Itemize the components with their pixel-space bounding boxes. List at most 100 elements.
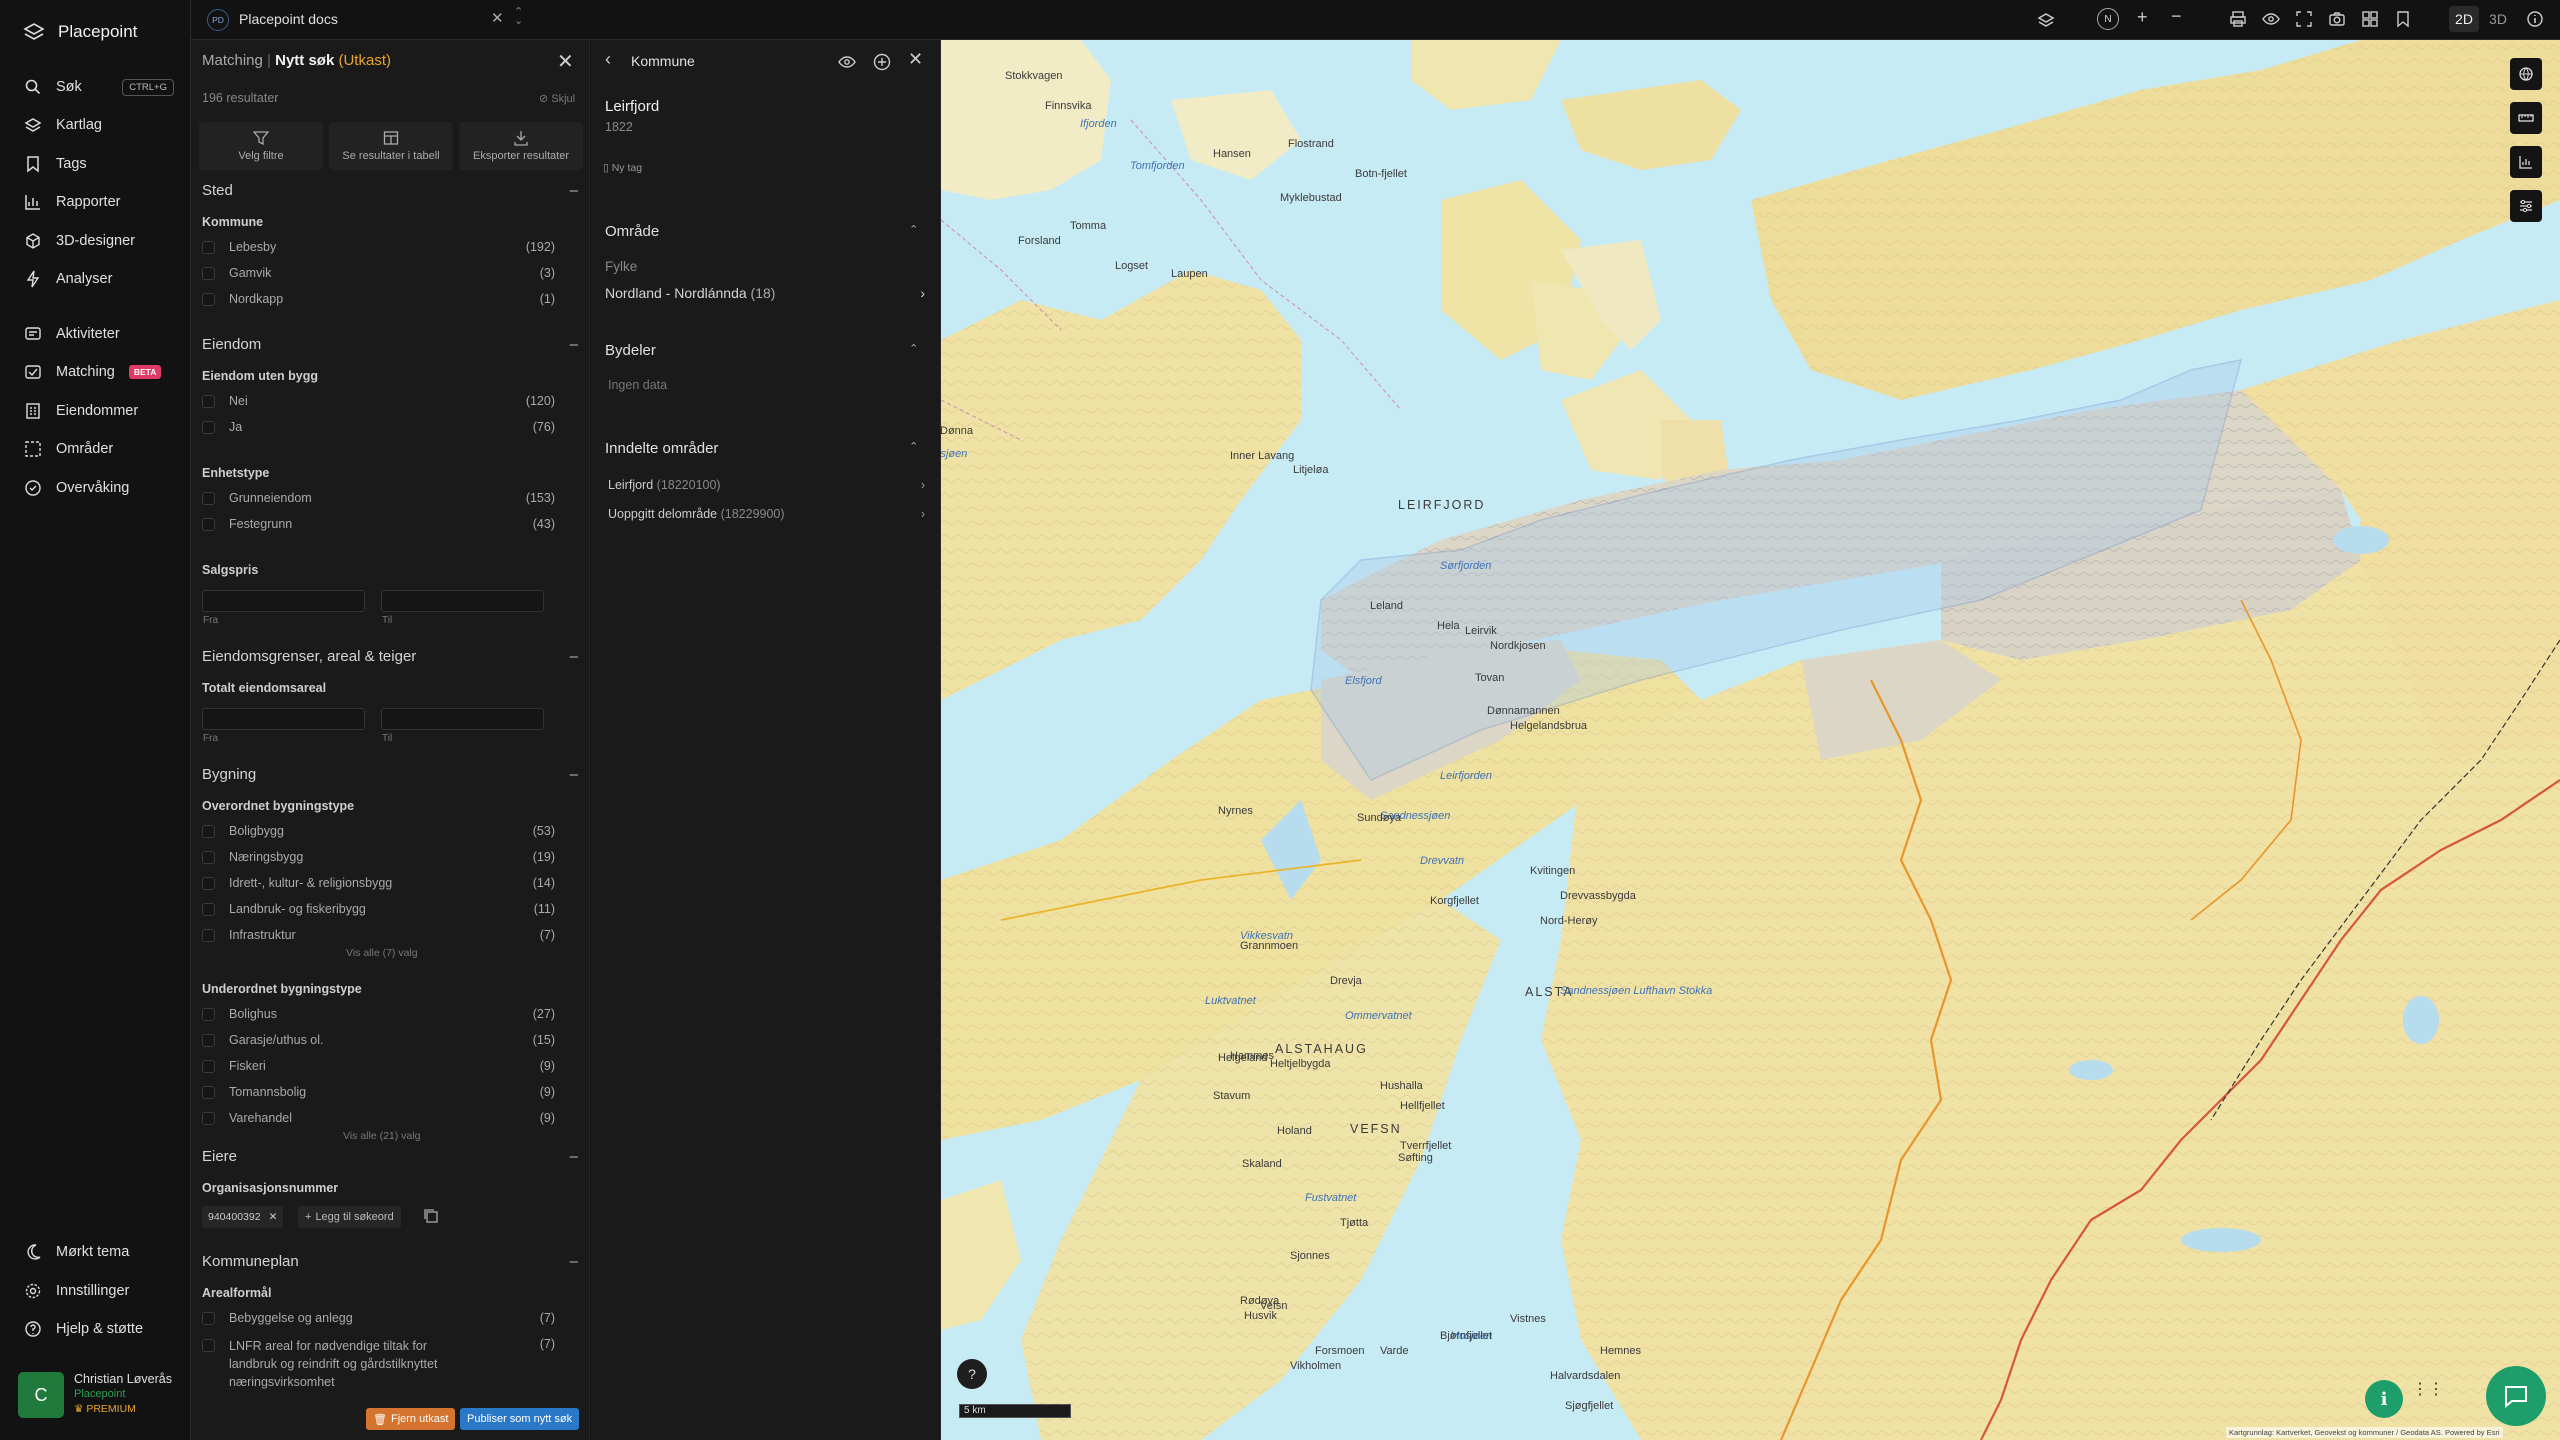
filter-option[interactable]: Infrastruktur (7)	[202, 928, 555, 942]
hide-toggle[interactable]: ⊘ Skjul	[539, 92, 575, 105]
area-to-input[interactable]	[381, 708, 544, 730]
checkbox[interactable]	[202, 491, 215, 505]
checkbox[interactable]	[202, 292, 215, 306]
filter-option[interactable]: Festegrunn (43)	[202, 517, 555, 531]
filter-option[interactable]: Bolighus (27)	[202, 1007, 555, 1021]
map-tool-1[interactable]	[2510, 58, 2542, 90]
export-results-button[interactable]: Eksporter resultater	[459, 122, 583, 170]
grid-icon[interactable]	[2361, 10, 2379, 28]
price-from-input[interactable]	[202, 590, 365, 612]
checkbox[interactable]	[202, 1059, 215, 1073]
area-item[interactable]: Uoppgitt delområde (18229900) ›	[608, 507, 925, 521]
back-icon[interactable]: ‹	[605, 49, 611, 70]
area-item[interactable]: Leirfjord (18220100) ›	[608, 478, 925, 492]
section-omrade[interactable]: Område	[605, 223, 659, 240]
filter-option[interactable]: Fiskeri (9)	[202, 1059, 555, 1073]
sidebar-item-aktiviteter[interactable]: Aktiviteter	[24, 325, 174, 343]
sidebar-item-eiendommer[interactable]: Eiendommer	[24, 402, 174, 420]
view-table-button[interactable]: Se resultater i tabell	[329, 122, 453, 170]
checkbox[interactable]	[202, 420, 215, 434]
sidebar-item-tags[interactable]: Tags	[24, 155, 174, 173]
filter-option[interactable]: Idrett-, kultur- & religionsbygg (14)	[202, 876, 555, 890]
checkbox[interactable]	[202, 1007, 215, 1021]
zoom-in-button[interactable]: +	[2137, 7, 2148, 28]
filter-option[interactable]: Bebyggelse og anlegg (7)	[202, 1311, 555, 1325]
filter-option[interactable]: Lebesby (192)	[202, 240, 555, 254]
checkbox[interactable]	[202, 902, 215, 916]
checkbox[interactable]	[202, 266, 215, 280]
sidebar-item-overvaking[interactable]: Overvåking	[24, 479, 174, 497]
user-profile[interactable]: C Christian Løverås Placepoint ♛ PREMIUM	[18, 1372, 172, 1418]
close-panel-icon[interactable]: ✕	[557, 49, 574, 74]
drag-handle-icon[interactable]: ⋮⋮	[2412, 1379, 2444, 1399]
collapse-icon[interactable]: –	[570, 336, 578, 353]
area-from-input[interactable]	[202, 708, 365, 730]
section-kommuneplan[interactable]: Kommuneplan –	[202, 1253, 578, 1270]
checkbox[interactable]	[202, 1033, 215, 1047]
remove-chip-icon[interactable]: ✕	[269, 1211, 278, 1223]
filter-option[interactable]: LNFR areal for nødvendige tiltak for lan…	[202, 1337, 555, 1391]
show-all-link[interactable]: Vis alle (7) valg	[346, 947, 418, 959]
workspace-switch-icon[interactable]: ⌃ ⌄	[514, 7, 523, 27]
section-eiere[interactable]: Eiere –	[202, 1148, 578, 1165]
sidebar-item-omrader[interactable]: Områder	[24, 440, 174, 458]
section-bydeler[interactable]: Bydeler	[605, 342, 656, 359]
filter-option[interactable]: Gamvik (3)	[202, 266, 555, 280]
sidebar-item-innstillinger[interactable]: Innstillinger	[24, 1282, 174, 1300]
show-all-link[interactable]: Vis alle (21) valg	[343, 1130, 420, 1142]
section-bygning[interactable]: Bygning –	[202, 766, 578, 783]
brand[interactable]: Placepoint	[22, 20, 137, 44]
info-button[interactable]: i	[2365, 1380, 2403, 1418]
clear-workspace-icon[interactable]: ✕	[491, 9, 504, 27]
breadcrumb-matching[interactable]: Matching	[202, 52, 263, 69]
sidebar-item-hjelp[interactable]: Hjelp & støtte	[24, 1320, 174, 1338]
workspace-name[interactable]: Placepoint docs	[239, 11, 338, 27]
collapse-icon[interactable]: ⌃	[909, 342, 918, 355]
checkbox[interactable]	[202, 1311, 215, 1325]
filter-option[interactable]: Garasje/uthus ol. (15)	[202, 1033, 555, 1047]
eye-icon[interactable]	[2262, 10, 2280, 28]
collapse-icon[interactable]: –	[570, 1148, 578, 1165]
print-icon[interactable]	[2229, 10, 2247, 28]
collapse-icon[interactable]: –	[570, 1253, 578, 1270]
fullscreen-icon[interactable]	[2295, 10, 2313, 28]
checkbox[interactable]	[202, 517, 215, 531]
checkbox[interactable]	[202, 850, 215, 864]
sidebar-item-sok[interactable]: Søk CTRL+G	[24, 78, 174, 96]
checkbox[interactable]	[202, 240, 215, 254]
filter-option[interactable]: Varehandel (9)	[202, 1111, 555, 1125]
info-icon[interactable]	[2526, 10, 2544, 28]
section-inndelte[interactable]: Inndelte områder	[605, 440, 718, 457]
copy-icon[interactable]	[423, 1208, 439, 1224]
checkbox[interactable]	[202, 876, 215, 890]
chat-button[interactable]	[2486, 1366, 2546, 1426]
filter-option[interactable]: Ja (76)	[202, 420, 555, 434]
sidebar-item-rapporter[interactable]: Rapporter	[24, 193, 174, 211]
compass-button[interactable]: N	[2097, 8, 2119, 30]
map-tool-2[interactable]	[2510, 102, 2542, 134]
camera-icon[interactable]	[2328, 10, 2346, 28]
choose-filters-button[interactable]: Velg filtre	[199, 122, 323, 170]
filter-option[interactable]: Næringsbygg (19)	[202, 850, 555, 864]
mode-3d-button[interactable]: 3D	[2483, 6, 2513, 32]
new-tag-button[interactable]: ▯ Ny tag	[603, 162, 642, 174]
checkbox[interactable]	[202, 928, 215, 942]
sidebar-item-analyser[interactable]: Analyser	[24, 270, 174, 288]
filter-option[interactable]: Grunneiendom (153)	[202, 491, 555, 505]
collapse-icon[interactable]: ⌃	[909, 440, 918, 453]
add-keyword-button[interactable]: + Legg til søkeord	[298, 1206, 401, 1228]
add-circle-icon[interactable]	[872, 52, 892, 72]
sidebar-item-kartlag[interactable]: Kartlag	[24, 116, 174, 134]
collapse-icon[interactable]: –	[570, 182, 578, 199]
section-eiendomsgrenser[interactable]: Eiendomsgrenser, areal & teiger –	[202, 648, 578, 665]
filter-option[interactable]: Boligbygg (53)	[202, 824, 555, 838]
checkbox[interactable]	[202, 1339, 215, 1352]
map-tool-3[interactable]	[2510, 146, 2542, 178]
remove-draft-button[interactable]: 🗑 Fjern utkast	[366, 1408, 456, 1430]
map-tool-4[interactable]	[2510, 190, 2542, 222]
checkbox[interactable]	[202, 824, 215, 838]
section-eiendom[interactable]: Eiendom –	[202, 336, 578, 353]
bookmark-icon[interactable]	[2394, 10, 2412, 28]
price-to-input[interactable]	[381, 590, 544, 612]
checkbox[interactable]	[202, 1111, 215, 1125]
